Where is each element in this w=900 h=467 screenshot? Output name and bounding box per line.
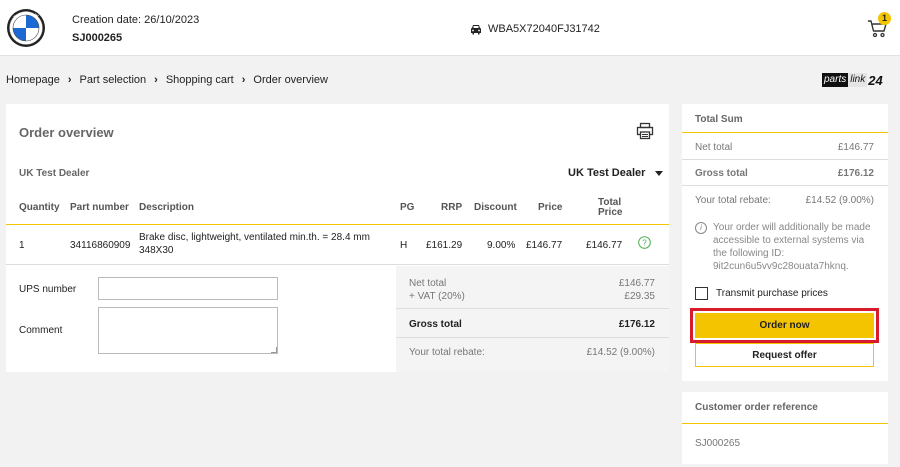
summary-gross-label: Gross total: [409, 319, 462, 330]
page-title: Order overview: [19, 125, 114, 140]
breadcrumb-part-selection[interactable]: Part selection: [80, 74, 147, 86]
col-price: Price: [538, 202, 563, 213]
row-price: £146.77: [526, 240, 563, 251]
top-header: B M W Creation date: 26/10/2023 SJ000265…: [0, 0, 900, 56]
row-discount: 9.00%: [487, 240, 516, 251]
external-id-text: Your order will additionally be made acc…: [713, 222, 871, 272]
summary-rebate-label: Your total rebate:: [409, 347, 485, 358]
ups-number-input[interactable]: [98, 277, 278, 300]
summary-gross-value: £176.12: [618, 319, 655, 330]
order-now-button[interactable]: Order now: [695, 313, 874, 338]
divider: [396, 308, 669, 309]
customer-reference-value: SJ000265: [695, 438, 741, 449]
request-offer-button[interactable]: Request offer: [695, 343, 874, 367]
table-header: Quantity Part number Description PG RRP …: [6, 195, 669, 225]
panel-gross-label: Gross total: [695, 168, 748, 179]
resize-handle-icon[interactable]: [271, 347, 277, 353]
check-circle-icon: ?: [638, 236, 651, 249]
partslink24-logo: parts link 24: [822, 72, 883, 88]
row-description-line1: Brake disc, lightweight, ventilated min.…: [139, 232, 370, 243]
chevron-right-icon: ›: [241, 74, 246, 86]
brand-part-b: link: [848, 73, 868, 87]
breadcrumb-order-overview: Order overview: [253, 74, 328, 86]
col-quantity: Quantity: [19, 202, 60, 213]
summary-net-label: Net total: [409, 278, 447, 289]
job-id: SJ000265: [72, 32, 123, 44]
divider: [682, 423, 888, 424]
order-summary: Net total £146.77 + VAT (20%) £29.35 Gro…: [396, 266, 669, 372]
col-total-price-line2: Price: [598, 207, 623, 218]
panel-net-value: £146.77: [837, 142, 874, 153]
comment-label: Comment: [19, 325, 63, 336]
svg-text:?: ?: [642, 239, 647, 248]
svg-text:M: M: [24, 11, 28, 16]
summary-vat-value: £29.35: [624, 291, 655, 302]
creation-date: Creation date: 26/10/2023: [72, 14, 200, 26]
summary-rebate-value: £14.52 (9.00%): [586, 347, 655, 358]
dealer-label: UK Test Dealer: [19, 168, 90, 179]
total-sum-title: Total Sum: [695, 114, 743, 125]
brand-part-c: 24: [868, 72, 883, 88]
chevron-right-icon: ›: [67, 74, 72, 86]
chevron-right-icon: ›: [154, 74, 158, 86]
summary-net-value: £146.77: [618, 278, 655, 289]
comment-textarea[interactable]: [98, 307, 278, 354]
printer-icon[interactable]: [636, 122, 654, 140]
order-overview-card: Order overview UK Test Dealer UK Test De…: [6, 104, 669, 372]
row-rrp: £161.29: [426, 240, 463, 251]
ups-label: UPS number: [19, 284, 77, 295]
divider: [396, 337, 669, 338]
vin-number: WBA5X72040FJ31742: [488, 23, 600, 35]
breadcrumb-shopping-cart[interactable]: Shopping cart: [166, 74, 234, 86]
row-total: £146.77: [586, 240, 623, 251]
panel-gross-value: £176.12: [837, 168, 874, 179]
info-icon: i: [695, 222, 707, 234]
chevron-down-icon: [655, 170, 664, 176]
breadcrumb-homepage[interactable]: Homepage: [6, 74, 60, 86]
vehicle-info: WBA5X72040FJ31742: [470, 23, 600, 35]
row-quantity: 1: [19, 240, 25, 251]
divider: [682, 185, 888, 186]
transmit-prices-checkbox[interactable]: [695, 287, 708, 300]
customer-reference-panel: Customer order reference SJ000265: [682, 392, 888, 464]
row-description-line2: 348X30: [139, 245, 174, 256]
col-description: Description: [139, 202, 195, 213]
brand-part-a: parts: [822, 73, 849, 87]
col-part-number: Part number: [70, 202, 129, 213]
summary-vat-label: + VAT (20%): [409, 291, 465, 302]
transmit-prices-label[interactable]: Transmit purchase prices: [716, 288, 828, 299]
panel-rebate-label: Your total rebate:: [695, 195, 771, 206]
total-sum-panel: Total Sum Net total £146.77 Gross total …: [682, 104, 888, 381]
divider: [682, 132, 888, 133]
row-pg: H: [400, 240, 408, 251]
customer-reference-title: Customer order reference: [695, 402, 818, 413]
cart-count-badge: 1: [878, 12, 891, 25]
external-id-notice: i Your order will additionally be made a…: [695, 221, 875, 273]
dealer-select-value: UK Test Dealer: [568, 167, 646, 179]
breadcrumb: Homepage › Part selection › Shopping car…: [6, 74, 328, 86]
panel-net-label: Net total: [695, 142, 733, 153]
panel-rebate-value: £14.52 (9.00%): [805, 195, 874, 206]
car-icon: [471, 24, 481, 34]
dealer-select[interactable]: UK Test Dealer: [568, 167, 664, 179]
divider: [682, 159, 888, 160]
col-rrp: RRP: [441, 202, 463, 213]
col-discount: Discount: [474, 202, 517, 213]
col-pg: PG: [400, 202, 415, 213]
table-row: 1 34116860909 Brake disc, lightweight, v…: [6, 226, 669, 265]
row-part-number: 34116860909: [70, 240, 131, 251]
bmw-logo[interactable]: B M W: [6, 8, 46, 48]
